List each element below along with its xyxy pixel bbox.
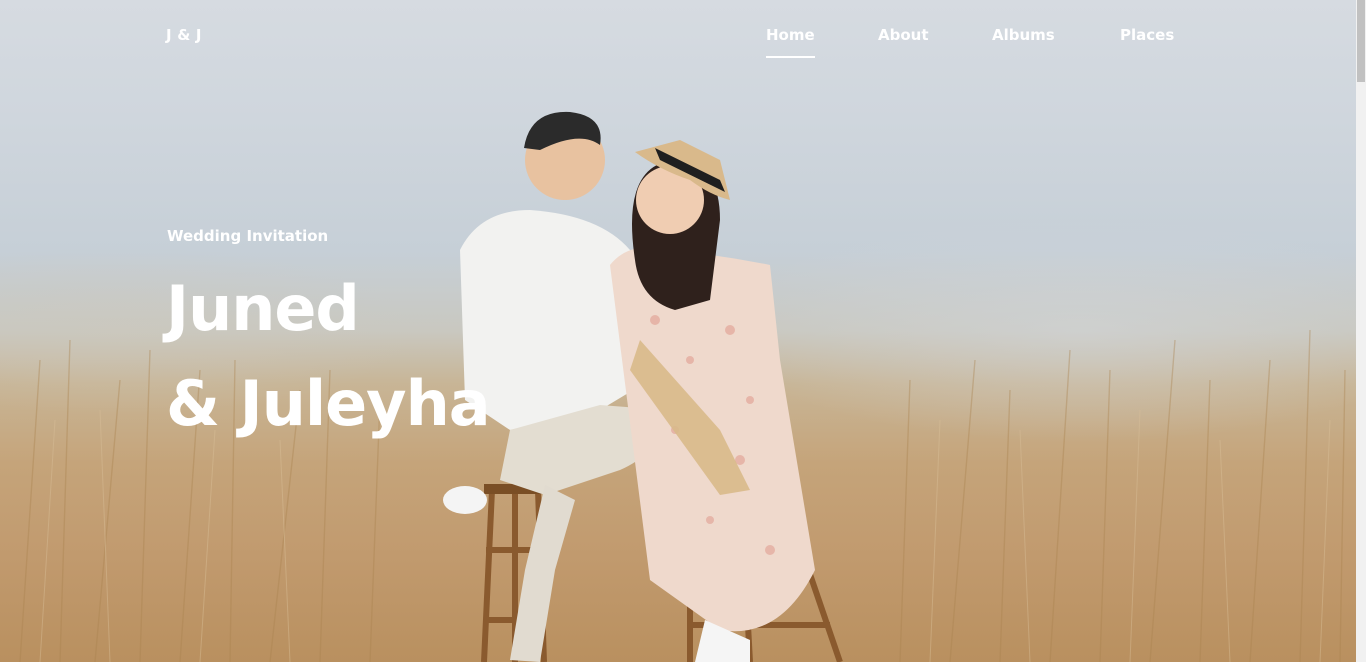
nav-item-home[interactable]: Home	[766, 26, 815, 58]
nav-item-albums[interactable]: Albums	[992, 26, 1055, 44]
hero-title-line-2: & Juleyha	[166, 367, 491, 440]
main-navbar: J & J Home About Albums Places	[0, 0, 1356, 70]
hero-title-line-1: Juned	[166, 272, 360, 345]
page: J & J Home About Albums Places Wedding I…	[0, 0, 1366, 662]
brand-logo[interactable]: J & J	[166, 26, 202, 44]
hero-eyebrow: Wedding Invitation	[167, 227, 329, 245]
nav-item-places[interactable]: Places	[1120, 26, 1174, 44]
nav-item-about[interactable]: About	[878, 26, 929, 44]
page-scrollbar[interactable]	[1356, 0, 1366, 662]
scrollbar-thumb[interactable]	[1357, 0, 1365, 82]
